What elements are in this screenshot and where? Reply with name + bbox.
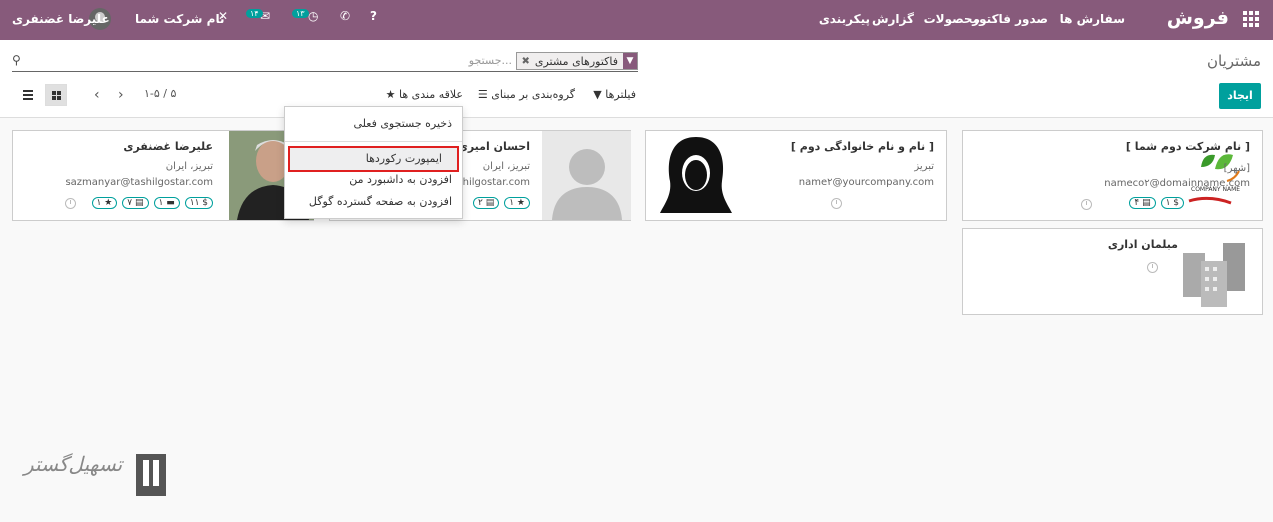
kanban-card-office-furniture[interactable]: مبلمان اداری <box>962 228 1263 315</box>
pager-value[interactable]: ۱-۵ / ۵ <box>144 87 176 100</box>
messages-badge: ۱۴ <box>246 9 263 18</box>
save-current-search-item[interactable]: ذخیره جستجوی فعلی <box>353 117 452 130</box>
tag-opportunities[interactable]: ۱ ★ <box>91 197 118 209</box>
activity-clock-icon[interactable] <box>65 198 76 209</box>
kanban-view-button[interactable] <box>45 84 67 106</box>
search-input[interactable]: جستجو... <box>469 54 512 67</box>
menu-reporting[interactable]: گزارش <box>872 12 914 26</box>
favorites-toggle[interactable]: ★ علاقه مندی ها <box>386 88 463 101</box>
kanban-card-company[interactable]: COMPANY NAME [ نام شرکت دوم شما ] [شهر] … <box>962 130 1263 221</box>
card-name: [ نام و نام خانوادگی دوم ] <box>790 140 934 153</box>
list-view-button[interactable] <box>17 84 39 106</box>
add-to-google-sheet-item[interactable]: افزودن به صفحه گسترده گوگل <box>309 195 452 208</box>
menu-invoicing[interactable]: صدور فاکتور <box>972 12 1048 26</box>
create-button[interactable]: ایجاد <box>1219 83 1261 109</box>
activity-badge: ۱۳ <box>292 9 309 18</box>
card-email: nameco۲@domainname.com <box>1104 178 1250 189</box>
menu-orders[interactable]: سفارش ها <box>1060 12 1125 26</box>
activity-clock-icon[interactable] <box>1147 262 1158 273</box>
tag-meetings[interactable]: ۲ ▤ <box>473 197 500 209</box>
avatar-placeholder-female <box>656 135 736 217</box>
pager-next-icon[interactable]: › <box>118 87 124 103</box>
activity-clock-icon[interactable]: ◷ <box>308 9 318 23</box>
groupby-toggle[interactable]: ☰ گروه‌بندی بر مبنای <box>478 88 575 101</box>
app-brand[interactable]: فروش <box>1167 7 1229 29</box>
filters-label: فیلترها <box>605 88 636 101</box>
menu-products[interactable]: محصولات <box>924 12 980 26</box>
card-city: تبریز، ایران <box>482 161 530 172</box>
list-icon <box>23 90 33 100</box>
avatar-placeholder <box>542 131 631 220</box>
kanban-icon <box>51 90 61 100</box>
watermark-logo-icon <box>136 454 166 496</box>
dropdown-divider <box>285 141 462 142</box>
kanban-card-contact[interactable]: [ نام و نام خانوادگی دوم ] تبریز name۲@y… <box>645 130 947 221</box>
card-city: [شهر] <box>1223 163 1250 174</box>
top-navbar: فروش سفارش ها صدور فاکتور محصولات گزارش … <box>0 0 1273 40</box>
favorites-dropdown: ذخیره جستجوی فعلی ایمپورت رکوردها افزودن… <box>284 106 463 219</box>
groupby-label: گروه‌بندی بر مبنای <box>491 88 575 101</box>
activity-clock-icon[interactable] <box>831 198 842 209</box>
card-name: مبلمان اداری <box>1107 238 1178 251</box>
favorites-label: علاقه مندی ها <box>398 88 463 101</box>
search-icon[interactable]: ⚲ <box>12 53 21 67</box>
card-city: تبریز، ایران <box>165 161 213 172</box>
filters-toggle[interactable]: ▼ فیلترها <box>593 88 636 101</box>
tag-invoiced[interactable]: ۱ $ <box>1160 197 1184 209</box>
card-email: shilgostar.com <box>457 177 530 188</box>
activity-clock-icon[interactable] <box>1081 199 1092 210</box>
card-name: [ نام شرکت دوم شما ] <box>1125 140 1250 153</box>
tag-meetings[interactable]: ۴ ▤ <box>1129 197 1156 209</box>
tag-opportunities[interactable]: ۱ ★ <box>504 197 530 209</box>
filter-icon: ▼ <box>623 53 637 69</box>
watermark-text: تسهیل‌گستر <box>24 452 123 476</box>
search-bar[interactable]: ▼ فاکتورهای مشتری ✖ جستجو... ⚲ <box>12 51 638 72</box>
buildings-icon <box>1179 237 1251 309</box>
facet-label: فاکتورهای مشتری <box>534 54 618 68</box>
tag-invoiced[interactable]: ۱۱ $ <box>184 197 213 209</box>
menu-configuration[interactable]: پیکربندی <box>819 12 870 26</box>
facet-remove-icon[interactable]: ✖ <box>517 56 529 67</box>
card-name: احسان امیری <box>457 140 530 153</box>
card-name: علیرضا غضنفری <box>123 140 213 153</box>
user-menu[interactable]: علیرضا غضنفری <box>12 12 110 26</box>
card-city: تبریز <box>914 161 934 172</box>
card-email: name۲@yourcompany.com <box>798 177 934 188</box>
tag-meetings[interactable]: ۷ ▤ <box>122 197 149 209</box>
breadcrumb: مشتریان <box>1207 52 1261 70</box>
kanban-card-user[interactable]: علیرضا غضنفری تبریز، ایران sazmanyar@tas… <box>12 130 314 221</box>
help-icon[interactable]: ? <box>370 9 377 23</box>
phone-icon[interactable]: ✆ <box>340 9 350 23</box>
add-to-dashboard-item[interactable]: افزودن به داشبورد من <box>349 173 452 186</box>
control-panel: مشتریان ▼ فاکتورهای مشتری ✖ جستجو... ⚲ <box>0 40 1273 118</box>
company-switcher[interactable]: نام شرکت شما <box>135 12 224 26</box>
import-records-item[interactable]: ایمپورت رکوردها <box>366 152 442 165</box>
apps-grid-icon[interactable] <box>1243 11 1259 27</box>
pager-previous-icon[interactable]: ‹ <box>94 87 100 103</box>
card-email: sazmanyar@tashilgostar.com <box>65 177 213 188</box>
search-facet[interactable]: ▼ فاکتورهای مشتری ✖ <box>516 52 638 70</box>
tag-sales[interactable]: ۱ ▬ <box>153 197 180 209</box>
